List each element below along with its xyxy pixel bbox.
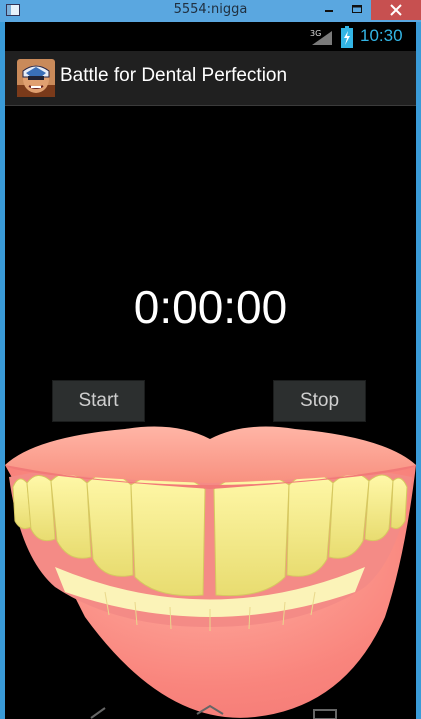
status-time: 10:30 bbox=[360, 26, 403, 45]
emulator-window-titlebar[interactable]: 5554:nigga bbox=[0, 0, 421, 22]
stop-button[interactable]: Stop bbox=[273, 380, 366, 422]
minimize-button[interactable] bbox=[316, 0, 342, 20]
superhero-dentist-icon[interactable] bbox=[17, 59, 55, 97]
action-bar: Battle for Dental Perfection bbox=[5, 51, 416, 106]
back-icon bbox=[90, 707, 106, 719]
home-icon bbox=[196, 704, 224, 715]
close-button[interactable] bbox=[371, 0, 421, 20]
android-screen: 3G 10:30 Battle for Dental Perfection 0:… bbox=[5, 22, 416, 719]
android-nav-bar bbox=[90, 704, 337, 719]
status-bar: 3G 10:30 bbox=[5, 22, 416, 51]
timer-display: 0:00:00 bbox=[133, 281, 288, 333]
recent-apps-icon bbox=[313, 709, 337, 719]
battery-charging-icon bbox=[341, 26, 353, 48]
network-type-label: 3G bbox=[310, 29, 321, 38]
maximize-button[interactable] bbox=[344, 0, 370, 20]
smiling-mouth-image bbox=[5, 426, 416, 718]
start-button[interactable]: Start bbox=[52, 380, 145, 422]
cell-signal-3g-icon: 3G bbox=[310, 29, 332, 45]
app-title: Battle for Dental Perfection bbox=[60, 65, 288, 86]
